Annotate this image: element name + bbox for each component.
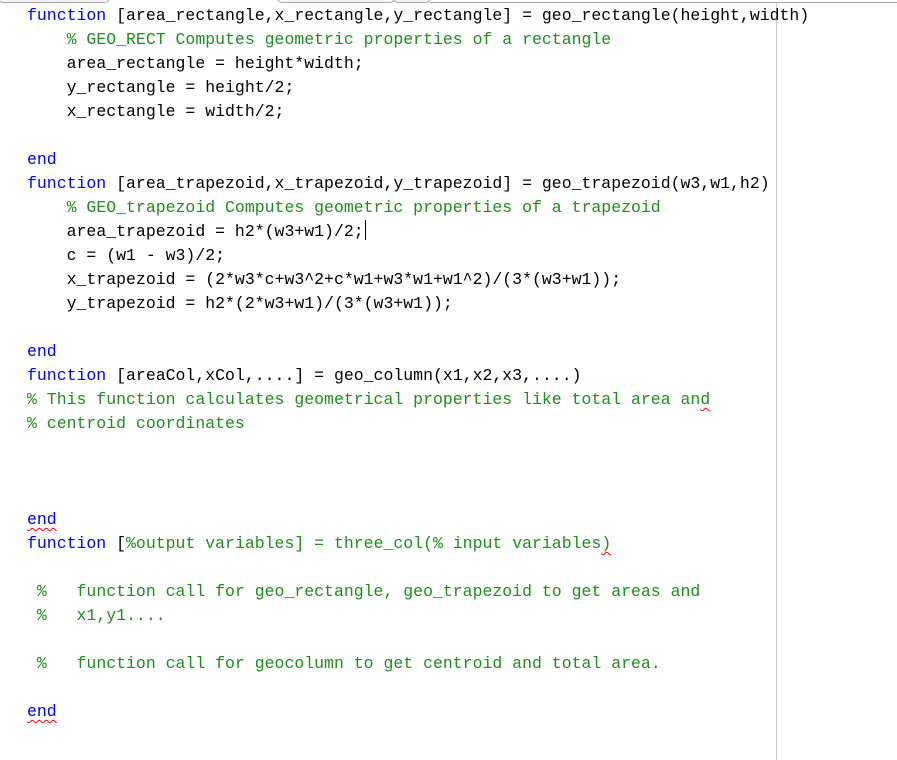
code-line[interactable]: area_trapezoid = h2*(w3+w1)/2; bbox=[27, 220, 809, 244]
text-cursor bbox=[364, 220, 366, 240]
code-line[interactable]: end bbox=[27, 340, 809, 364]
comment-token: ) bbox=[601, 534, 612, 553]
keyword-token: function bbox=[27, 174, 107, 193]
code-token: x_rectangle = width/2; bbox=[66, 102, 285, 121]
comment-token: % function call for geocolumn to get cen… bbox=[36, 654, 661, 673]
keyword-token: function bbox=[27, 366, 107, 385]
comment-token: % centroid coordinates bbox=[27, 414, 245, 433]
code-line[interactable] bbox=[27, 460, 809, 484]
code-line[interactable]: x_rectangle = width/2; bbox=[27, 100, 809, 124]
keyword-token: end bbox=[27, 342, 57, 361]
code-token: [areaCol,xCol,....] = geo_column(x1,x2,x… bbox=[106, 366, 582, 385]
comment-token: % x1,y1.... bbox=[36, 606, 166, 625]
keyword-token: end bbox=[27, 702, 57, 721]
code-token: y_trapezoid = h2*(2*w3+w1)/(3*(w3+w1)); bbox=[66, 294, 453, 313]
comment-token: % GEO_RECT Computes geometric properties… bbox=[66, 30, 612, 49]
code-line[interactable]: % function call for geo_rectangle, geo_t… bbox=[27, 580, 809, 604]
code-token: area_rectangle = height*width; bbox=[66, 54, 364, 73]
code-token: [area_trapezoid,x_trapezoid,y_trapezoid]… bbox=[106, 174, 770, 193]
comment-token: % This function calculates geometrical p… bbox=[27, 390, 701, 409]
code-line[interactable]: end bbox=[27, 508, 809, 532]
code-line[interactable] bbox=[27, 556, 809, 580]
code-content[interactable]: function [area_rectangle,x_rectangle,y_r… bbox=[27, 4, 809, 724]
code-line[interactable] bbox=[27, 484, 809, 508]
comment-token: % function call for geo_rectangle, geo_t… bbox=[36, 582, 701, 601]
code-line[interactable] bbox=[27, 628, 809, 652]
keyword-token: function bbox=[27, 6, 107, 25]
code-line[interactable]: end bbox=[27, 700, 809, 724]
code-line[interactable]: end bbox=[27, 148, 809, 172]
comment-token: d bbox=[700, 390, 711, 409]
code-token: area_trapezoid = h2*(w3+w1)/2; bbox=[66, 222, 364, 241]
code-token: x_trapezoid = (2*w3*c+w3^2+c*w1+w3*w1+w1… bbox=[66, 270, 622, 289]
code-line[interactable]: area_rectangle = height*width; bbox=[27, 52, 809, 76]
code-line[interactable]: % function call for geocolumn to get cen… bbox=[27, 652, 809, 676]
code-line[interactable]: x_trapezoid = (2*w3*c+w3^2+c*w1+w3*w1+w1… bbox=[27, 268, 809, 292]
code-line[interactable]: function [area_trapezoid,x_trapezoid,y_t… bbox=[27, 172, 809, 196]
code-token: c = (w1 - w3)/2; bbox=[66, 246, 226, 265]
code-editor[interactable]: function [area_rectangle,x_rectangle,y_r… bbox=[0, 0, 897, 760]
code-line[interactable]: c = (w1 - w3)/2; bbox=[27, 244, 809, 268]
comment-token: %output variables] = three_col(% input v… bbox=[126, 534, 602, 553]
code-line[interactable]: % centroid coordinates bbox=[27, 412, 809, 436]
code-token: y_rectangle = height/2; bbox=[66, 78, 295, 97]
code-line[interactable] bbox=[27, 676, 809, 700]
code-line[interactable]: function [area_rectangle,x_rectangle,y_r… bbox=[27, 4, 809, 28]
code-line[interactable]: % This function calculates geometrical p… bbox=[27, 388, 809, 412]
code-line[interactable]: function [areaCol,xCol,....] = geo_colum… bbox=[27, 364, 809, 388]
keyword-token: function bbox=[27, 534, 107, 553]
code-line[interactable]: % GEO_trapezoid Computes geometric prope… bbox=[27, 196, 809, 220]
code-line[interactable] bbox=[27, 436, 809, 460]
code-token: [area_rectangle,x_rectangle,y_rectangle]… bbox=[106, 6, 810, 25]
code-token: [ bbox=[106, 534, 127, 553]
code-line[interactable]: % GEO_RECT Computes geometric properties… bbox=[27, 28, 809, 52]
code-line[interactable]: y_trapezoid = h2*(2*w3+w1)/(3*(w3+w1)); bbox=[27, 292, 809, 316]
code-line[interactable] bbox=[27, 124, 809, 148]
comment-token: % GEO_trapezoid Computes geometric prope… bbox=[66, 198, 661, 217]
code-line[interactable]: y_rectangle = height/2; bbox=[27, 76, 809, 100]
code-line[interactable] bbox=[27, 316, 809, 340]
code-line[interactable]: % x1,y1.... bbox=[27, 604, 809, 628]
keyword-token: end bbox=[27, 150, 57, 169]
code-line[interactable]: function [%output variables] = three_col… bbox=[27, 532, 809, 556]
keyword-token: end bbox=[27, 510, 57, 529]
